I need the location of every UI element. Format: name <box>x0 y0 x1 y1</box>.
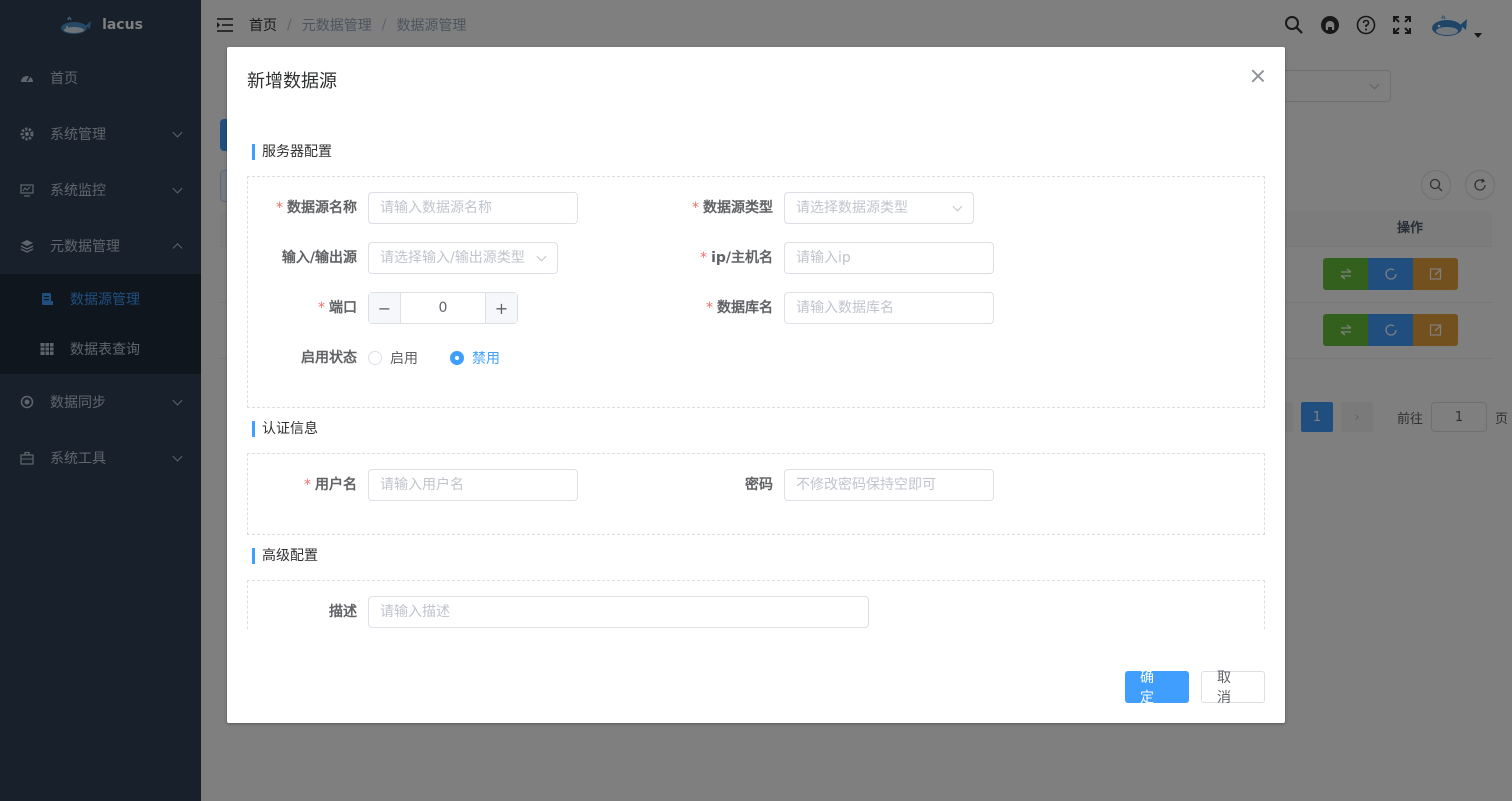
status-radio-disable[interactable]: 禁用 <box>450 342 500 374</box>
status-radio-enable[interactable]: 启用 <box>368 342 418 374</box>
host-input[interactable]: 请输入ip <box>784 242 994 274</box>
decrease-button[interactable]: − <box>369 293 401 323</box>
required-marker: * <box>692 200 699 216</box>
increase-button[interactable]: + <box>485 293 517 323</box>
username-label: * 用户名 <box>304 477 357 493</box>
required-marker: * <box>706 300 713 316</box>
datasource-name-input[interactable]: 请输入数据源名称 <box>368 192 578 224</box>
password-input[interactable]: 不修改密码保持空即可 <box>784 469 994 501</box>
required-marker: * <box>318 300 325 316</box>
section-title-advanced: 高级配置 <box>252 548 318 564</box>
host-label: * ip/主机名 <box>700 250 773 266</box>
section-advanced: 描述 请输入描述 <box>247 580 1265 631</box>
section-title-server: 服务器配置 <box>252 144 332 160</box>
section-auth: * 用户名 请输入用户名 密码 不修改密码保持空即可 <box>247 453 1265 535</box>
password-label: 密码 <box>745 477 773 493</box>
datasource-type-select[interactable]: 请选择数据源类型 <box>784 192 974 224</box>
section-server: * 数据源名称 请输入数据源名称 * 数据源类型 请选择数据源类型 输入/输出源 请… <box>247 176 1265 408</box>
description-textarea[interactable]: 请输入描述 <box>368 596 869 628</box>
chevron-down-icon <box>536 251 547 262</box>
close-icon[interactable] <box>1251 69 1265 83</box>
required-marker: * <box>276 200 283 216</box>
radio-circle <box>368 351 382 365</box>
datasource-name-label: * 数据源名称 <box>276 200 357 216</box>
section-title-auth: 认证信息 <box>252 421 318 437</box>
port-label: * 端口 <box>318 300 357 316</box>
dialog-body[interactable]: 服务器配置 * 数据源名称 请输入数据源名称 * 数据源类型 请选择数据源类型 输入… <box>247 137 1265 631</box>
username-input[interactable]: 请输入用户名 <box>368 469 578 501</box>
dialog-footer: 确 定 取 消 <box>1125 670 1265 706</box>
io-source-label: 输入/输出源 <box>281 250 357 266</box>
required-marker: * <box>304 477 311 493</box>
datasource-type-label: * 数据源类型 <box>692 200 773 216</box>
add-datasource-dialog: 新增数据源 服务器配置 * 数据源名称 请输入数据源名称 * 数据源类型 请选择数据… <box>227 47 1285 723</box>
port-stepper[interactable]: − 0 + <box>368 292 518 324</box>
io-source-select[interactable]: 请选择输入/输出源类型 <box>368 242 558 274</box>
status-label: 启用状态 <box>301 350 357 366</box>
radio-circle <box>450 351 464 365</box>
cancel-button[interactable]: 取 消 <box>1201 670 1265 706</box>
database-input[interactable]: 请输入数据库名 <box>784 292 994 324</box>
dialog-title: 新增数据源 <box>247 71 337 92</box>
description-label: 描述 <box>329 604 357 620</box>
required-marker: * <box>700 250 708 266</box>
database-label: * 数据库名 <box>706 300 773 316</box>
port-value[interactable]: 0 <box>401 293 485 323</box>
confirm-button[interactable]: 确 定 <box>1125 670 1189 706</box>
chevron-down-icon <box>952 201 963 212</box>
